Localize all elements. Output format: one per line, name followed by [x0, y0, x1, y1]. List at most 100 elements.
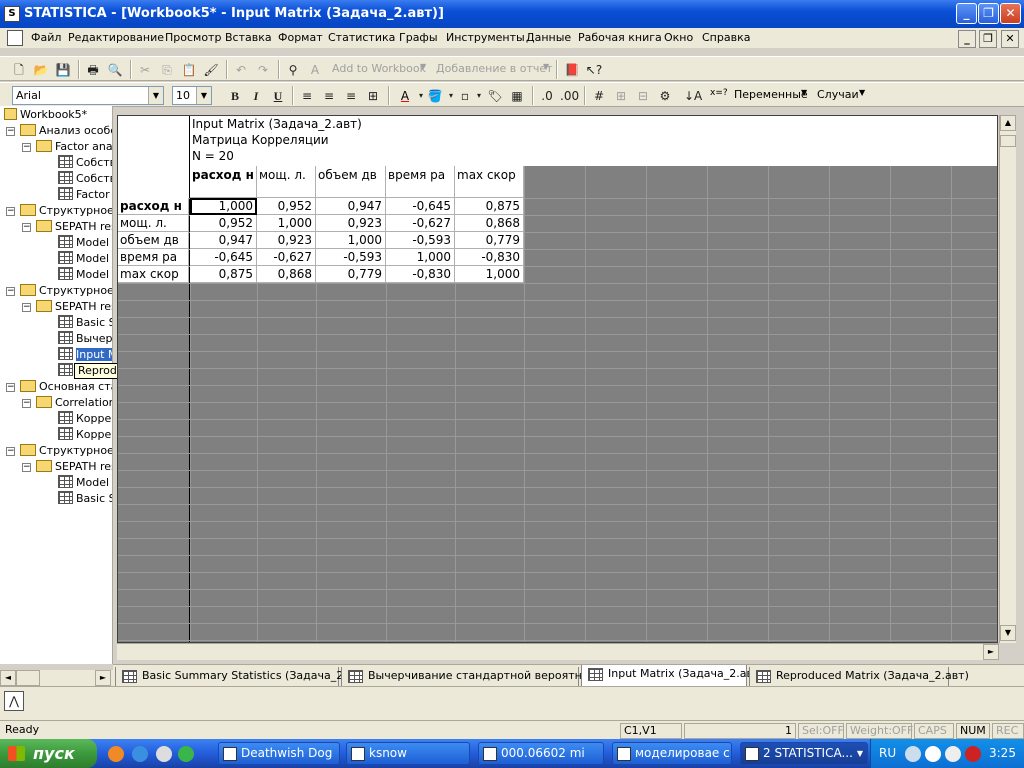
variable-specs-icon[interactable]: ⚙: [656, 87, 674, 105]
redo-icon[interactable]: ↷: [254, 61, 272, 79]
grid-icon[interactable]: ▦: [508, 87, 526, 105]
tray-eyes-icon[interactable]: [925, 746, 941, 762]
tree-node[interactable]: − Структурное: [6, 443, 112, 459]
matrix-cell[interactable]: 0,947: [190, 232, 257, 249]
restore-button[interactable]: ❐: [978, 3, 999, 24]
italic-button[interactable]: I: [247, 87, 265, 105]
replace-icon[interactable]: A: [306, 61, 324, 79]
paste-icon[interactable]: 📋: [180, 61, 198, 79]
scroll-up-icon[interactable]: ▲: [1000, 115, 1016, 131]
tray-expand-icon[interactable]: [905, 746, 921, 762]
spreadsheet-grid[interactable]: Input Matrix (Задача_2.авт) Матрица Корр…: [117, 115, 998, 643]
collapse-icon[interactable]: −: [22, 399, 31, 408]
menu-tools[interactable]: Инструменты: [446, 31, 525, 44]
menu-workbook[interactable]: Рабочая книга: [578, 31, 662, 44]
row-header[interactable]: мощ. л.: [118, 215, 189, 232]
tree-node[interactable]: − SEPATH results: [22, 459, 112, 475]
collapse-icon[interactable]: −: [22, 223, 31, 232]
tree-node[interactable]: Model I: [42, 267, 112, 283]
tray-shield-icon[interactable]: [965, 746, 981, 762]
menu-view[interactable]: Просмотр: [165, 31, 221, 44]
firefox-icon[interactable]: [108, 746, 124, 762]
horizontal-scrollbar[interactable]: ►: [117, 643, 999, 660]
menu-help[interactable]: Справка: [702, 31, 750, 44]
matrix-cell[interactable]: 1,000: [386, 249, 455, 266]
xeq-button[interactable]: x=?: [710, 88, 728, 98]
matrix-cell[interactable]: 0,952: [257, 198, 316, 215]
increase-decimal-icon[interactable]: .0: [538, 87, 556, 105]
media-player-icon[interactable]: [156, 746, 172, 762]
collapse-icon[interactable]: −: [22, 143, 31, 152]
undo-icon[interactable]: ↶: [232, 61, 250, 79]
tree-scroll-right-icon[interactable]: ►: [95, 670, 111, 686]
tree-node[interactable]: Собственные: [42, 155, 112, 171]
row-header[interactable]: расход н: [118, 198, 189, 215]
graph-window-icon[interactable]: ⋀: [4, 691, 24, 711]
cases-button[interactable]: Случаи: [817, 88, 859, 101]
new-icon[interactable]: 🗋: [10, 61, 28, 79]
open-icon[interactable]: 📂: [32, 61, 50, 79]
matrix-cell[interactable]: -0,627: [386, 215, 455, 232]
tree-node[interactable]: − Структурное: [6, 203, 112, 219]
matrix-cell[interactable]: 0,868: [257, 266, 316, 283]
collapse-icon[interactable]: −: [6, 447, 15, 456]
tab-reproduced-matrix[interactable]: Reproduced Matrix (Задача_2.авт): [749, 667, 969, 687]
matrix-cell[interactable]: 0,875: [455, 198, 524, 215]
column-header[interactable]: мощ. л.: [257, 166, 316, 198]
matrix-cell[interactable]: 1,000: [455, 266, 524, 283]
grid-corner[interactable]: [118, 116, 190, 198]
add-to-workbook-dropdown-icon[interactable]: ▼: [420, 62, 426, 71]
tree-node[interactable]: − Correlations: [22, 395, 112, 411]
copy-icon[interactable]: ⎘: [158, 61, 176, 79]
row-header[interactable]: время ра: [118, 249, 189, 266]
matrix-cell[interactable]: -0,593: [316, 249, 386, 266]
align-right-icon[interactable]: ≡: [342, 87, 360, 105]
matrix-cell[interactable]: 0,779: [316, 266, 386, 283]
menu-data[interactable]: Данные: [526, 31, 571, 44]
matrix-cell[interactable]: 1,000: [316, 232, 386, 249]
find-icon[interactable]: ⚲: [284, 61, 302, 79]
merge-icon[interactable]: ⊞: [364, 87, 382, 105]
minimize-button[interactable]: _: [956, 3, 977, 24]
resize-icon[interactable]: #: [590, 87, 608, 105]
collapse-icon[interactable]: −: [6, 207, 15, 216]
start-button[interactable]: пуск: [0, 739, 97, 768]
size-dropdown-icon[interactable]: ▼: [196, 87, 211, 104]
matrix-cell[interactable]: -0,627: [257, 249, 316, 266]
add-to-workbook-button[interactable]: Add to Workbook: [332, 62, 426, 75]
tab-probability-plot[interactable]: Вычерчивание стандартной вероятности: [341, 667, 608, 687]
size-combo[interactable]: 10 ▼: [172, 86, 212, 105]
collapse-icon[interactable]: −: [22, 303, 31, 312]
decrease-decimal-icon[interactable]: .00: [560, 87, 579, 105]
task-mi[interactable]: 000.06602 mi: [478, 742, 604, 765]
scroll-down-icon[interactable]: ▼: [1000, 625, 1016, 641]
tree-node[interactable]: − Основная статистика: [6, 379, 112, 395]
book-icon[interactable]: 📕: [563, 61, 581, 79]
font-combo[interactable]: Arial ▼: [12, 86, 164, 105]
tree-node[interactable]: Basic S: [42, 491, 112, 507]
variables-dropdown-icon[interactable]: ▼: [801, 88, 807, 97]
menu-format[interactable]: Формат: [278, 31, 323, 44]
app-icon[interactable]: S: [4, 6, 20, 22]
matrix-cell[interactable]: -0,830: [455, 249, 524, 266]
mdi-restore-button[interactable]: ❐: [979, 30, 997, 48]
document-icon[interactable]: [7, 30, 23, 46]
tree-node[interactable]: Корре: [42, 427, 111, 443]
task-statistica[interactable]: 2 STATISTICA... ▼: [740, 742, 868, 765]
tree-node[interactable]: Workbook5*: [4, 107, 87, 123]
matrix-cell[interactable]: 0,868: [455, 215, 524, 232]
scroll-right-icon[interactable]: ►: [983, 644, 999, 660]
row-header[interactable]: объем дв: [118, 232, 189, 249]
collapse-icon[interactable]: −: [22, 463, 31, 472]
menu-window[interactable]: Окно: [664, 31, 693, 44]
underline-button[interactable]: U: [269, 87, 287, 105]
tree-node[interactable]: Вычер: [42, 331, 112, 347]
matrix-cell[interactable]: 0,875: [190, 266, 257, 283]
matrix-cell[interactable]: 0,952: [190, 215, 257, 232]
language-indicator[interactable]: RU: [879, 746, 896, 760]
variables-button[interactable]: Переменные: [734, 88, 808, 101]
column-header[interactable]: расход н: [190, 166, 257, 198]
mdi-close-button[interactable]: ✕: [1001, 30, 1019, 48]
icq-icon[interactable]: [178, 746, 194, 762]
close-button[interactable]: ✕: [1000, 3, 1021, 24]
